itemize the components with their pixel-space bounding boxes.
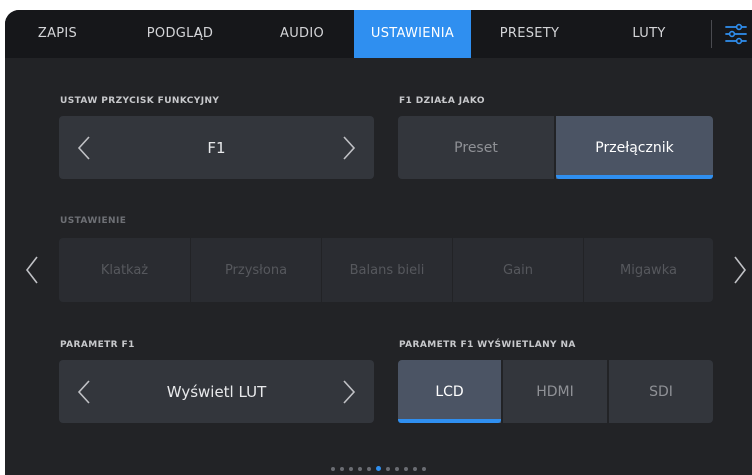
function-button-value: F1 <box>207 138 226 157</box>
f1-param-label: PARAMETR F1 <box>60 340 135 350</box>
page-dot[interactable] <box>349 466 353 471</box>
f1-mode-switch-option[interactable]: Przełącznik <box>556 116 713 179</box>
page-dot[interactable] <box>358 466 362 471</box>
setting-option-text: Gain <box>503 262 533 278</box>
setting-option-iris: Przysłona <box>191 238 321 302</box>
page-dot[interactable] <box>340 466 344 471</box>
tab-luty[interactable]: LUTY <box>588 10 710 58</box>
page-dot[interactable] <box>413 466 417 471</box>
setting-option-gain: Gain <box>453 238 583 302</box>
f1-display-sdi-text: SDI <box>649 383 673 400</box>
function-button-selector[interactable]: F1 <box>59 116 374 179</box>
tab-divider <box>711 20 712 48</box>
page-next-icon[interactable] <box>733 255 747 285</box>
f1-display-sdi-option[interactable]: SDI <box>609 360 713 423</box>
tab-audio[interactable]: AUDIO <box>250 10 354 58</box>
f1-param-selector[interactable]: Wyświetl LUT <box>59 360 374 423</box>
page-dot[interactable] <box>404 466 408 471</box>
f1-display-hdmi-option[interactable]: HDMI <box>503 360 607 423</box>
page-dot[interactable] <box>422 466 426 471</box>
f1-mode-preset-option[interactable]: Preset <box>398 116 554 179</box>
f1-display-lcd-option[interactable]: LCD <box>398 360 501 423</box>
menu-sliders-icon[interactable] <box>725 22 747 46</box>
setting-option-text: Klatkaż <box>100 262 149 278</box>
page-prev-icon[interactable] <box>25 255 39 285</box>
f1-mode-preset-text: Preset <box>454 139 498 156</box>
chevron-right-icon[interactable] <box>342 135 356 161</box>
page-dot[interactable] <box>395 466 399 471</box>
f1-mode-label: F1 DZIAŁA JAKO <box>399 96 485 106</box>
tab-zapis[interactable]: ZAPIS <box>5 10 110 58</box>
f1-display-hdmi-text: HDMI <box>536 383 574 400</box>
f1-mode-switch-text: Przełącznik <box>595 139 674 156</box>
f1-param-value: Wyświetl LUT <box>166 382 267 401</box>
camera-settings-screen: ZAPIS PODGLĄD AUDIO USTAWIENIA PRESETY L… <box>5 10 752 475</box>
setting-option-text: Migawka <box>620 262 677 278</box>
selected-indicator <box>556 175 713 179</box>
function-button-label: USTAW PRZYCISK FUNKCYJNY <box>60 96 220 106</box>
chevron-right-icon[interactable] <box>342 379 356 405</box>
tab-presety[interactable]: PRESETY <box>471 10 588 58</box>
tab-ustawienia[interactable]: USTAWIENIA <box>354 10 471 58</box>
setting-option-white-balance: Balans bieli <box>322 238 452 302</box>
page-dot[interactable] <box>331 466 335 471</box>
setting-option-shutter: Migawka <box>584 238 713 302</box>
page-dot[interactable] <box>367 466 371 471</box>
page-indicator <box>5 458 752 471</box>
tab-podglad[interactable]: PODGLĄD <box>110 10 250 58</box>
setting-option-text: Balans bieli <box>349 262 425 278</box>
setting-label: USTAWIENIE <box>60 216 127 226</box>
f1-display-lcd-text: LCD <box>435 383 464 400</box>
tab-bar: ZAPIS PODGLĄD AUDIO USTAWIENIA PRESETY L… <box>5 10 752 58</box>
setting-option-text: Przysłona <box>224 262 288 278</box>
f1-display-label: PARAMETR F1 WYŚWIETLANY NA <box>399 340 576 350</box>
setting-option-frame-rate: Klatkaż <box>59 238 190 302</box>
page-dot[interactable] <box>386 466 390 471</box>
selected-indicator <box>398 419 501 423</box>
page-dot-active[interactable] <box>376 466 381 471</box>
